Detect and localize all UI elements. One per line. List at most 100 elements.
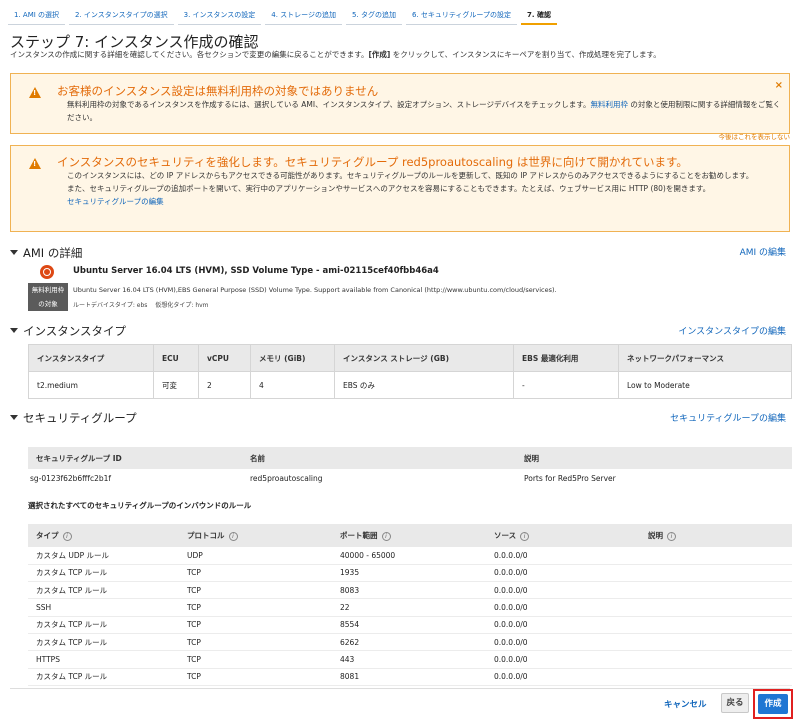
- inbound-rules-heading: 選択されたすべてのセキュリティグループのインバウンドのルール: [28, 501, 252, 510]
- table-cell: カスタム TCP ルール: [28, 668, 179, 686]
- table-cell: 22: [332, 598, 486, 617]
- table-header-row: セキュリティグループ ID 名前 説明: [28, 447, 792, 469]
- info-icon[interactable]: i: [228, 531, 238, 541]
- table-cell: 0.0.0.0/0: [486, 616, 640, 634]
- table-cell: カスタム TCP ルール: [28, 581, 179, 600]
- table-cell: 8554: [332, 616, 486, 634]
- edit-ami-link[interactable]: AMI の編集: [740, 245, 786, 258]
- column-header: インスタンス ストレージ (GB): [334, 344, 514, 372]
- column-header: ECU: [153, 344, 199, 372]
- ubuntu-logo-icon: [40, 265, 54, 279]
- column-header: メモリ (GiB): [250, 344, 335, 372]
- table-header-row: タイプ i プロトコル i ポート範囲 i ソース i 説明 i: [28, 524, 792, 547]
- table-cell: [640, 616, 792, 634]
- column-header: 説明: [516, 447, 792, 469]
- free-tier-warning-body: 無料利用枠の対象であるインスタンスを作成するには、選択している AMI、インスタ…: [67, 100, 781, 122]
- back-button[interactable]: 戻る: [721, 693, 749, 713]
- instance-type-table: インスタンスタイプ ECU vCPU メモリ (GiB) インスタンス ストレー…: [28, 344, 792, 399]
- table-cell: TCP: [179, 616, 332, 634]
- table-cell: sg-0123f62b6fffc2b1f: [30, 473, 112, 483]
- table-cell: [640, 598, 792, 617]
- table-cell: TCP: [179, 598, 332, 617]
- instance-type-section-header[interactable]: インスタンスタイプ: [10, 323, 126, 339]
- table-cell: 8083: [332, 581, 486, 600]
- info-icon[interactable]: i: [381, 531, 391, 541]
- table-cell: 4: [250, 371, 335, 399]
- table-row: カスタム UDP ルール UDP 40000 - 65000 0.0.0.0/0: [28, 547, 792, 565]
- info-icon[interactable]: i: [62, 531, 72, 541]
- dont-show-again-link[interactable]: 今後はこれを表示しない: [719, 131, 791, 141]
- column-header: タイプ i: [28, 524, 179, 547]
- warning-icon: [29, 87, 41, 98]
- free-tier-link[interactable]: 無料利用枠: [591, 100, 629, 109]
- table-cell: [640, 633, 792, 652]
- column-header: 名前: [242, 447, 516, 469]
- table-cell: Low to Moderate: [618, 371, 792, 399]
- security-warning: インスタンスのセキュリティを強化します。セキュリティグループ red5proau…: [10, 145, 790, 232]
- security-group-section-header[interactable]: セキュリティグループ: [10, 410, 137, 426]
- column-header: vCPU: [198, 344, 251, 372]
- table-cell: -: [513, 371, 619, 399]
- inbound-rules-table: タイプ i プロトコル i ポート範囲 i ソース i 説明 i カスタム UDP ルール…: [28, 524, 792, 686]
- caret-down-icon: [10, 328, 18, 333]
- caret-down-icon: [10, 250, 18, 255]
- table-cell: カスタム TCP ルール: [28, 633, 179, 652]
- table-cell: 0.0.0.0/0: [486, 633, 640, 652]
- free-tier-warning: お客様のインスタンス設定は無料利用枠の対象ではありません 無料利用枠の対象である…: [10, 73, 790, 134]
- table-cell: [640, 547, 792, 565]
- edit-security-group-link[interactable]: セキュリティグループの編集: [67, 197, 164, 206]
- table-cell: [640, 581, 792, 600]
- page-subtitle: インスタンスの作成に関する詳細を確認してください。各セクションで変更の編集に戻る…: [10, 50, 661, 59]
- column-header: ポート範囲 i: [332, 524, 486, 547]
- free-tier-warning-title: お客様のインスタンス設定は無料利用枠の対象ではありません: [57, 84, 379, 98]
- table-cell: 443: [332, 650, 486, 669]
- step-review[interactable]: 7. 確認: [521, 8, 557, 25]
- security-warning-body: このインスタンスには、どの IP アドレスからもアクセスできる可能性があります。…: [67, 171, 754, 206]
- step-instance-type[interactable]: 2. インスタンスタイプの選択: [69, 8, 174, 25]
- table-cell: カスタム TCP ルール: [28, 564, 179, 583]
- table-cell: 40000 - 65000: [332, 547, 486, 565]
- table-cell: [640, 564, 792, 583]
- table-cell: red5proautoscaling: [250, 473, 323, 483]
- table-row: カスタム TCP ルール TCP 1935 0.0.0.0/0: [28, 564, 792, 583]
- table-cell: [640, 668, 792, 686]
- column-header: インスタンスタイプ: [28, 344, 154, 372]
- footer-divider: [10, 688, 790, 689]
- create-button-highlight: 作成: [753, 689, 793, 719]
- edit-security-group-button[interactable]: セキュリティグループの編集: [670, 411, 786, 424]
- step-ami[interactable]: 1. AMI の選択: [8, 8, 66, 25]
- cancel-button[interactable]: キャンセル: [664, 698, 707, 710]
- create-button[interactable]: 作成: [758, 694, 788, 714]
- table-row: カスタム TCP ルール TCP 8083 0.0.0.0/0: [28, 581, 792, 600]
- table-cell: 0.0.0.0/0: [486, 650, 640, 669]
- info-icon[interactable]: i: [520, 531, 530, 541]
- ami-section-header[interactable]: AMI の詳細: [10, 245, 82, 261]
- warning-icon: [29, 158, 41, 169]
- table-cell: 1935: [332, 564, 486, 583]
- security-warning-title: インスタンスのセキュリティを強化します。セキュリティグループ red5proau…: [57, 155, 688, 169]
- step-configure[interactable]: 3. インスタンスの設定: [177, 8, 262, 25]
- table-cell: 8081: [332, 668, 486, 686]
- step-security-group[interactable]: 6. セキュリティグループの設定: [405, 8, 518, 25]
- column-header: 説明 i: [640, 524, 792, 547]
- table-cell: 6262: [332, 633, 486, 652]
- column-header: EBS 最適化利用: [513, 344, 619, 372]
- table-cell: カスタム TCP ルール: [28, 616, 179, 634]
- step-tags[interactable]: 5. タグの追加: [346, 8, 402, 25]
- edit-instance-type-link[interactable]: インスタンスタイプの編集: [678, 324, 786, 337]
- close-icon[interactable]: ×: [775, 80, 783, 91]
- table-row: カスタム TCP ルール TCP 6262 0.0.0.0/0: [28, 633, 792, 652]
- table-cell: TCP: [179, 564, 332, 583]
- table-cell: 可変: [153, 371, 199, 399]
- step-storage[interactable]: 4. ストレージの追加: [265, 8, 343, 25]
- table-cell: カスタム UDP ルール: [28, 547, 179, 565]
- table-cell: [640, 650, 792, 669]
- table-cell: Ports for Red5Pro Server: [524, 473, 616, 483]
- table-cell: 0.0.0.0/0: [486, 581, 640, 600]
- table-cell: TCP: [179, 668, 332, 686]
- info-icon[interactable]: i: [667, 531, 676, 541]
- column-header: セキュリティグループ ID: [28, 447, 242, 469]
- table-row: HTTPS TCP 443 0.0.0.0/0: [28, 650, 792, 669]
- table-cell: TCP: [179, 650, 332, 669]
- table-cell: EBS のみ: [334, 371, 514, 399]
